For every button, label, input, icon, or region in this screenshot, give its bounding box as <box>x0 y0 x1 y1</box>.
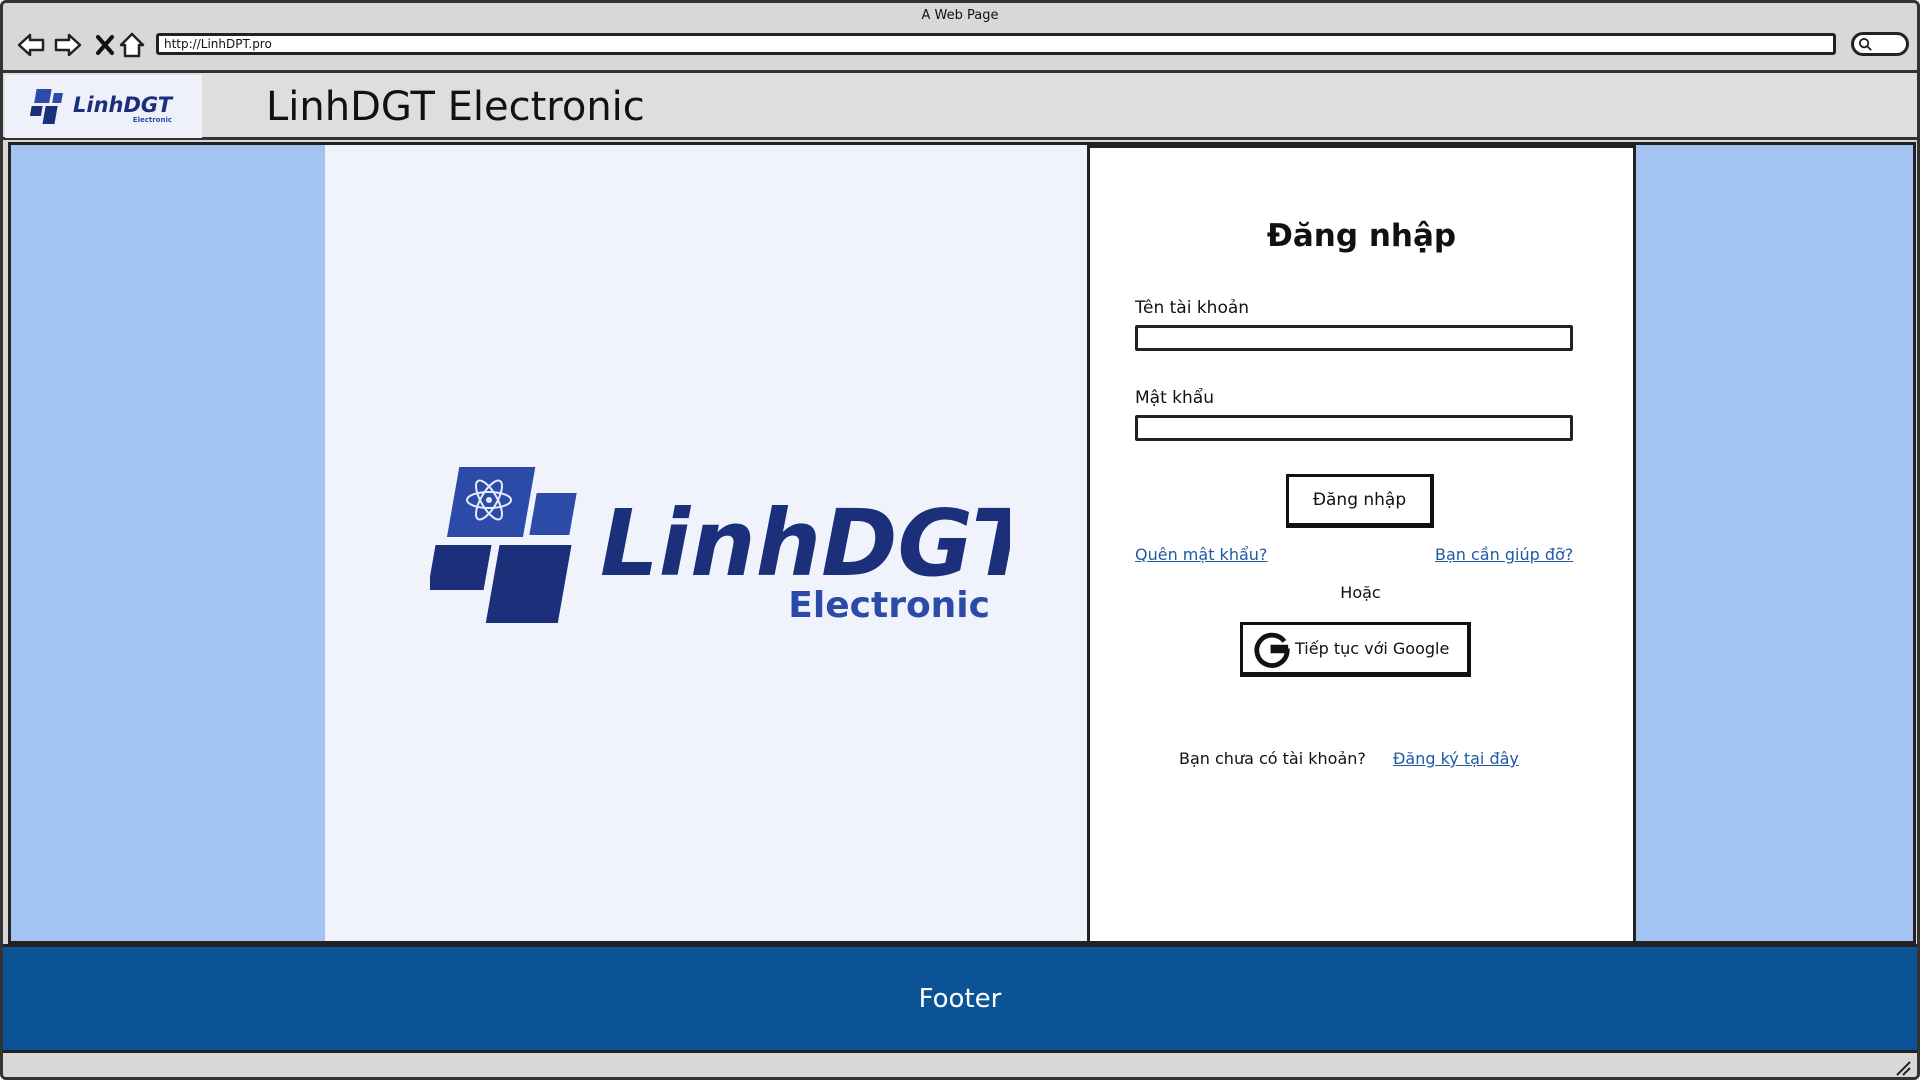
forward-arrow-icon[interactable] <box>52 29 84 61</box>
site-header: LinhDGT Electronic LinhDGT Electronic <box>3 73 1917 140</box>
hero-logo-text: LinhDGT <box>600 490 1010 597</box>
search-icon <box>1858 37 1872 51</box>
browser-statusbar <box>3 1053 1917 1077</box>
home-icon[interactable] <box>116 29 148 61</box>
logo-tiles-icon <box>29 88 63 124</box>
browser-search-field[interactable] <box>1851 32 1909 56</box>
password-input[interactable] <box>1135 415 1573 441</box>
login-card: Đăng nhập Tên tài khoản Mật khẩu Đăng nh… <box>1087 145 1636 944</box>
browser-toolbar: http://LinhDPT.pro <box>3 25 1917 73</box>
login-title: Đăng nhập <box>1266 218 1457 254</box>
google-g-icon <box>1254 632 1290 668</box>
header-logo-text: LinhDGT <box>73 93 174 117</box>
no-account-text: Bạn chưa có tài khoản? <box>1179 749 1366 768</box>
password-label: Mật khẩu <box>1135 388 1214 408</box>
browser-window: A Web Page http://LinhDPT.pro LinhDGT El… <box>0 0 1920 1080</box>
header-logo-subtext: Electronic <box>132 116 171 124</box>
hero-logo-subtext: Electronic <box>788 585 990 626</box>
resize-grip-icon[interactable] <box>1893 1058 1911 1076</box>
forgot-password-link[interactable]: Quên mật khẩu? <box>1135 545 1267 564</box>
username-label: Tên tài khoản <box>1135 298 1250 318</box>
help-link[interactable]: Bạn cần giúp đỡ? <box>1435 545 1573 564</box>
hero-panel: LinhDGT Electronic <box>325 145 1095 941</box>
site-footer: Footer <box>3 944 1917 1053</box>
google-login-label: Tiếp tục với Google <box>1295 639 1450 658</box>
logo-tiles-icon <box>427 467 577 623</box>
page-title: LinhDGT Electronic <box>266 84 645 130</box>
footer-text: Footer <box>918 983 1002 1014</box>
hero-logo: LinhDGT Electronic <box>427 463 1040 637</box>
address-bar[interactable]: http://LinhDPT.pro <box>156 33 1836 55</box>
login-button[interactable]: Đăng nhập <box>1286 474 1434 528</box>
signup-link[interactable]: Đăng ký tại đây <box>1393 749 1519 768</box>
username-input[interactable] <box>1135 325 1573 351</box>
window-title: A Web Page <box>921 8 999 23</box>
or-divider-text: Hoặc <box>1340 583 1381 602</box>
google-login-button[interactable]: Tiếp tục với Google <box>1240 622 1471 677</box>
back-arrow-icon[interactable] <box>15 29 47 61</box>
main-content: LinhDGT Electronic Đăng nhập Tên tài kho… <box>8 142 1916 944</box>
header-logo[interactable]: LinhDGT Electronic <box>5 75 202 138</box>
